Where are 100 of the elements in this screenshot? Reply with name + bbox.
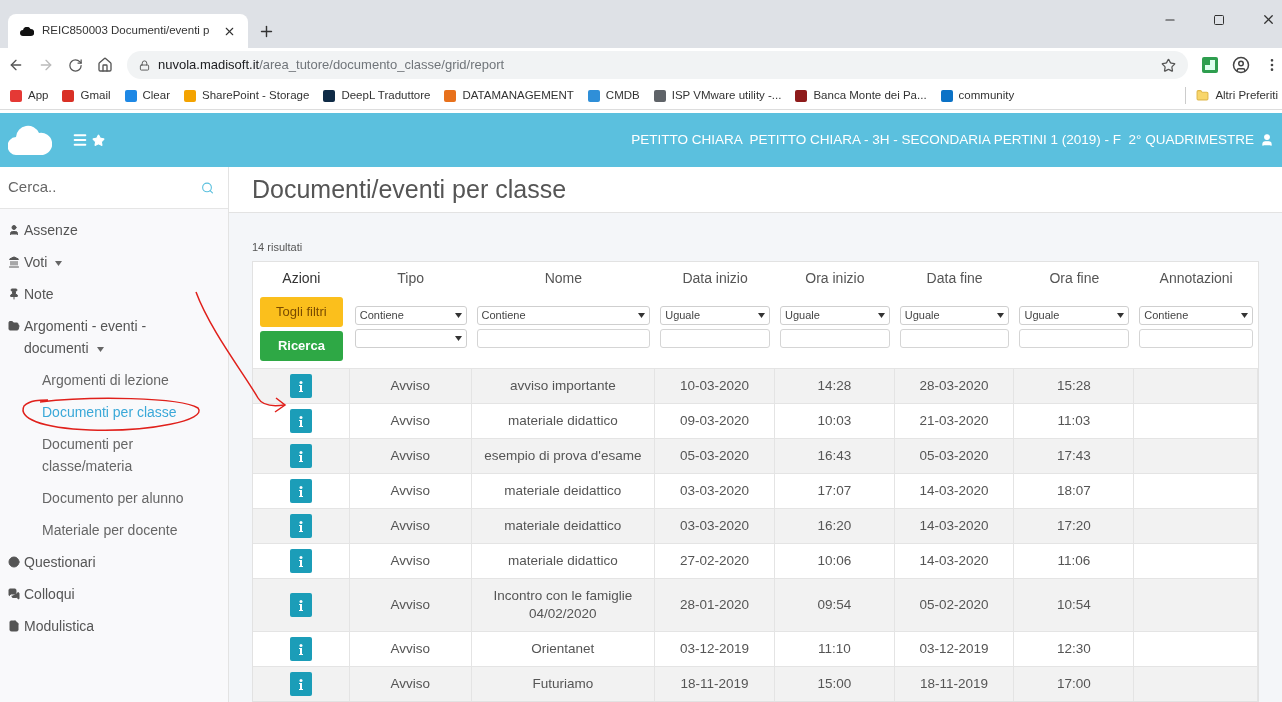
sidebar-item[interactable]: Modulistica [0,610,228,642]
column-header: Data inizio [681,268,749,288]
tab-title: REIC850003 Documenti/eventi p [42,23,211,39]
page-title: Documenti/eventi per classe [252,173,567,205]
info-button[interactable] [289,593,312,617]
table-cell: 15:00 [774,667,895,701]
search-icon[interactable] [200,180,214,195]
user-icon [8,224,20,236]
bookmark-folder[interactable]: Altri Preferiti [1185,86,1278,105]
browser-tab[interactable]: REIC850003 Documenti/eventi p [8,14,248,48]
dropdown-caret-icon [877,313,885,318]
dropdown-caret-icon [1241,313,1248,318]
bookmark[interactable]: App [10,86,49,105]
close-icon[interactable] [1261,12,1276,27]
bookmark[interactable]: Clear [124,86,170,105]
submenu-item[interactable]: Documenti per classe/materia [0,428,215,482]
info-button[interactable] [289,637,312,661]
bookmark[interactable]: Gmail [62,86,111,105]
info-button[interactable] [289,549,312,573]
filter-select[interactable]: Uguale [899,306,1010,325]
document-icon [8,620,20,632]
filter-select[interactable]: Uguale [779,306,890,325]
filter-input[interactable] [1139,329,1253,348]
bookmark[interactable]: CMDB [587,86,640,105]
column-header: Ora fine [1048,268,1101,288]
folder-icon [1196,89,1210,102]
filter-select[interactable]: Contiene [476,306,651,325]
star-icon[interactable] [1161,57,1176,73]
filter-input[interactable] [779,329,890,348]
table-cell: 17:00 [1014,667,1135,701]
info-button[interactable] [289,444,312,468]
cloud-icon [20,26,34,36]
dropdown-caret-icon [997,313,1005,318]
submenu-item[interactable]: Documento per alunno [0,482,215,514]
info-icon [298,450,303,462]
chat-icon [8,588,20,600]
column-header: Data fine [925,268,984,288]
submenu-item[interactable]: Materiale per docente [0,514,215,546]
filter-input[interactable] [899,329,1010,348]
column-header: Annotazioni [1158,268,1234,288]
filter-select[interactable]: Contiene [1139,306,1253,325]
dropdown-caret-icon [757,313,765,318]
bookmark[interactable]: Banca Monte dei Pa... [795,86,927,105]
user-info: PETITTO CHIARA PETITTO CHIARA - 3H - SECONDARIA PERTINI 1 (2019) - F 2° QUADRIMESTRE [631,130,1254,149]
sidebar-item[interactable]: Assenze [0,214,228,246]
search-field[interactable]: Cerca.. [0,167,228,209]
search-input[interactable]: Cerca.. [8,176,201,199]
extension-icon[interactable] [1202,57,1218,73]
sidebar-item[interactable]: Colloqui [0,578,228,610]
info-button[interactable] [289,672,312,696]
dropdown-caret-icon [1117,313,1125,318]
info-button[interactable] [289,409,312,433]
pin-icon [8,288,20,300]
caret-icon [96,346,104,352]
folder-icon [8,320,20,332]
sidebar-item[interactable]: Questionari [0,546,228,578]
table-cell: Avviso [349,667,472,701]
filter-input[interactable] [660,329,770,348]
filter-select[interactable]: Contiene [354,306,467,325]
column-header: Ora inizio [804,268,866,288]
new-tab-icon[interactable] [258,23,275,40]
filter-input[interactable] [1019,329,1130,348]
address-bar[interactable]: nuvola.madisoft.it/area_tutore/documento_classe/grid/report [127,51,1188,79]
filter-input[interactable] [476,329,651,348]
filter-select[interactable]: Uguale [1019,306,1130,325]
back-icon[interactable] [8,57,24,73]
bookmark[interactable]: DATAMANAGEMENT [444,86,574,105]
user-icon[interactable] [1260,133,1274,147]
table-cell: 18-11-2019 [655,667,775,701]
dropdown-caret-icon [454,313,462,318]
caret-icon [55,260,63,266]
url-text: nuvola.madisoft.it/area_tutore/documento_classe/grid/report [158,56,505,75]
submenu-item[interactable]: Argomenti di lezione [0,364,215,396]
column-header: Azioni [281,268,322,288]
info-button[interactable] [289,374,312,398]
reload-icon[interactable] [68,57,83,73]
forward-icon[interactable] [38,57,54,73]
bank-icon [8,256,20,268]
clear-filters-button[interactable]: Togli filtri [259,297,343,327]
bookmark[interactable]: DeepL Traduttore [323,86,431,105]
home-icon[interactable] [97,57,113,73]
lock-icon [139,59,150,71]
column-header: Tipo [396,268,426,288]
bookmark[interactable]: SharePoint - Storage [184,86,310,105]
sidebar-item[interactable]: Note [0,278,228,310]
info-button[interactable] [289,479,312,503]
profile-icon[interactable] [1232,56,1250,74]
filter-select[interactable]: Uguale [660,306,770,325]
sidebar-item[interactable]: Voti [0,246,228,278]
sidebar-item[interactable]: Argomenti - eventi - documenti [0,310,228,364]
result-count: 14 risultati [252,239,304,255]
maximize-icon[interactable] [1213,13,1225,26]
info-icon [298,599,303,611]
table-cell: Futuriamo [471,667,656,701]
table-cell: 18-11-2019 [894,667,1015,701]
info-icon [298,520,303,532]
bookmark[interactable]: ISP VMware utility -... [653,86,782,105]
dropdown-caret-icon [638,313,646,318]
bookmark[interactable]: community [940,86,1015,105]
info-button[interactable] [289,514,312,538]
